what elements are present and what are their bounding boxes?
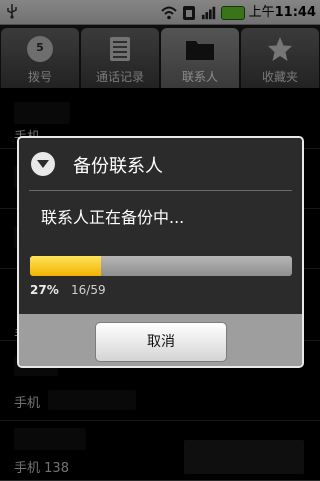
dialog-message: 联系人正在备份中... — [41, 208, 185, 227]
chevron-down-icon — [31, 152, 55, 176]
backup-dialog: 备份联系人 联系人正在备份中... 27% 16/59 取消 — [17, 136, 304, 368]
progress-percent: 27% — [30, 283, 59, 297]
progress-bar — [30, 256, 292, 276]
progress-count: 16/59 — [71, 283, 106, 297]
dialog-footer: 取消 — [19, 314, 302, 366]
progress-bar-fill — [30, 256, 101, 276]
dialog-divider — [29, 190, 292, 191]
dialog-header: 备份联系人 — [19, 138, 302, 190]
cancel-button[interactable]: 取消 — [95, 322, 227, 362]
dialog-title: 备份联系人 — [73, 156, 163, 177]
